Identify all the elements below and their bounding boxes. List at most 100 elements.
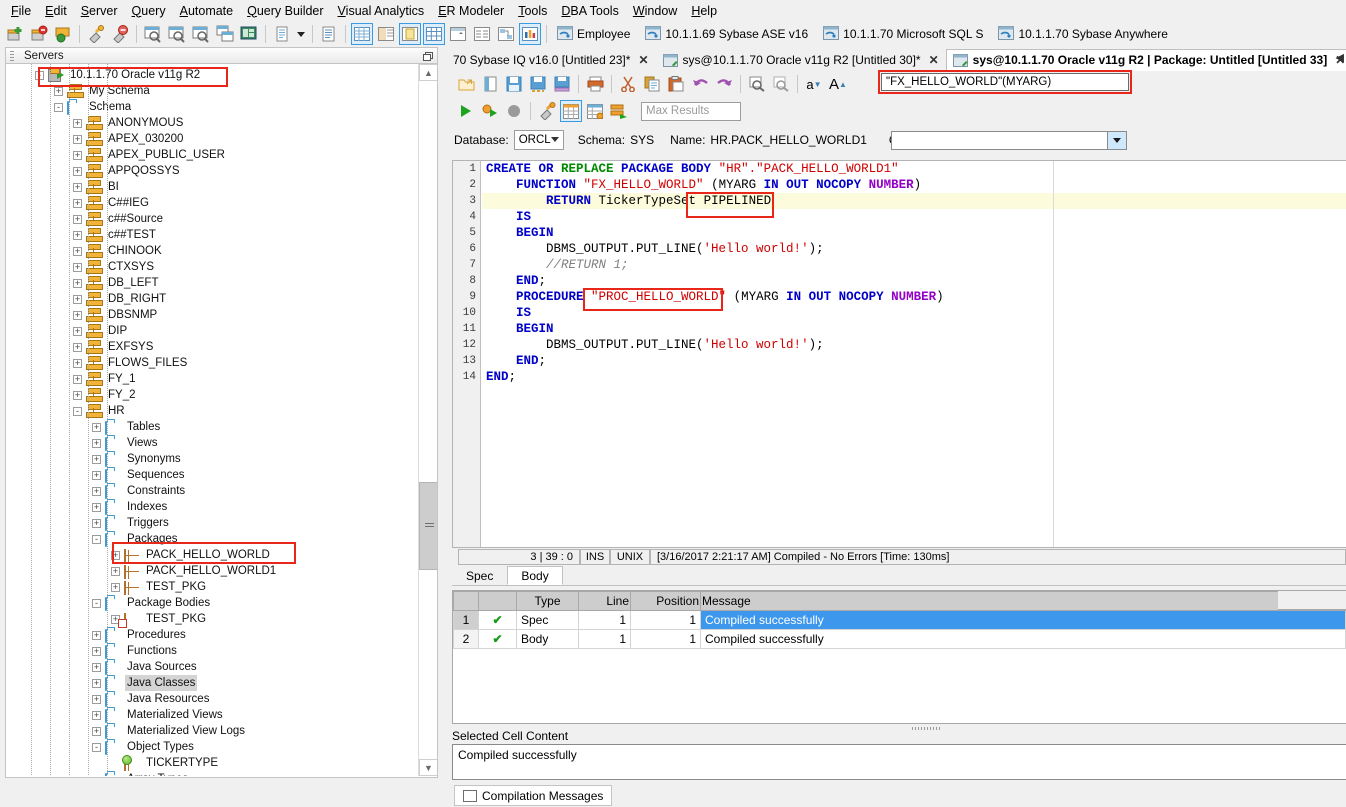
reconnect-icon[interactable] xyxy=(536,100,558,122)
menu-item-query[interactable]: Query xyxy=(125,2,173,20)
menu-item-automate[interactable]: Automate xyxy=(173,2,241,20)
tab-scroll-left-icon[interactable]: ◀ xyxy=(1336,51,1344,64)
find-column-icon[interactable] xyxy=(190,23,212,45)
menu-item-visual-analytics[interactable]: Visual Analytics xyxy=(331,2,432,20)
results-grid-view-icon[interactable] xyxy=(351,23,373,45)
compare-objects-icon[interactable] xyxy=(214,23,236,45)
cell-position[interactable]: 1 xyxy=(630,629,701,649)
expand-toggle-icon[interactable]: + xyxy=(73,326,82,336)
collapse-toggle-icon[interactable]: - xyxy=(92,598,101,608)
editor-tab[interactable]: sys@10.1.1.70 Oracle v11g R2 [Untitled 3… xyxy=(656,49,946,71)
disconnect-icon[interactable] xyxy=(28,23,50,45)
server-tree[interactable]: -10.1.1.70 Oracle v11g R2 + My Schema - Sche… xyxy=(6,64,418,776)
tree-item[interactable]: + DB_LEFT xyxy=(6,275,418,291)
cell-type[interactable]: Body xyxy=(516,629,579,649)
selected-cell-content-value[interactable]: Compiled successfully xyxy=(452,744,1346,780)
new-connection-icon[interactable] xyxy=(4,23,26,45)
expand-toggle-icon[interactable]: + xyxy=(73,374,82,384)
panel-grip-icon[interactable] xyxy=(10,51,14,62)
tree-item[interactable]: + C##IEG xyxy=(6,195,418,211)
tree-item[interactable]: -10.1.1.70 Oracle v11g R2 xyxy=(6,67,418,83)
code-line[interactable]: PROCEDURE "PROC_HELLO_WORLD" (MYARG IN O… xyxy=(482,289,1346,305)
tree-item[interactable]: + DB_RIGHT xyxy=(6,291,418,307)
tree-item[interactable]: + TEST_PKG xyxy=(6,611,418,627)
tree-vertical-scrollbar[interactable]: ▲ ▼ xyxy=(418,64,437,776)
scroll-thumb[interactable] xyxy=(419,482,437,570)
tree-item[interactable]: + Sequences xyxy=(6,467,418,483)
tree-item[interactable]: + Synonyms xyxy=(6,451,418,467)
cell-line[interactable]: 1 xyxy=(578,629,631,649)
grid-plus-icon[interactable] xyxy=(584,100,606,122)
tab-compilation-messages[interactable]: Compilation Messages xyxy=(454,785,613,806)
status-check-icon[interactable]: ✔ xyxy=(478,610,517,630)
expand-toggle-icon[interactable]: + xyxy=(92,678,101,688)
tree-item[interactable]: + Views xyxy=(6,435,418,451)
cut-icon[interactable] xyxy=(617,73,639,95)
collapse-toggle-icon[interactable]: - xyxy=(54,102,63,112)
decrease-font-icon[interactable]: a ▼ xyxy=(803,73,825,95)
tree-item[interactable]: - Packages xyxy=(6,531,418,547)
code-line[interactable]: CREATE OR REPLACE PACKAGE BODY "HR"."PAC… xyxy=(482,161,1346,177)
menu-item-tools[interactable]: Tools xyxy=(511,2,554,20)
find-object-icon[interactable] xyxy=(142,23,164,45)
tree-item[interactable]: - HR xyxy=(6,403,418,419)
expand-toggle-icon[interactable]: + xyxy=(73,358,82,368)
code-line[interactable]: BEGIN xyxy=(482,225,1346,241)
tree-item[interactable]: + c##TEST xyxy=(6,227,418,243)
menu-item-query-builder[interactable]: Query Builder xyxy=(240,2,330,20)
code-line[interactable]: //RETURN 1; xyxy=(482,257,1346,273)
disconnect-plug-icon[interactable] xyxy=(109,23,131,45)
code-line[interactable]: FUNCTION "FX_HELLO_WORLD" (MYARG IN OUT … xyxy=(482,177,1346,193)
undo-icon[interactable] xyxy=(689,73,711,95)
goto-dropdown-button[interactable] xyxy=(1107,132,1126,149)
code-line[interactable]: IS xyxy=(482,305,1346,321)
expand-toggle-icon[interactable]: + xyxy=(73,230,82,240)
expand-toggle-icon[interactable]: + xyxy=(73,294,82,304)
tree-item[interactable]: + Indexes xyxy=(6,499,418,515)
expand-toggle-icon[interactable]: + xyxy=(111,550,120,560)
tree-item[interactable]: TICKERTYPE xyxy=(6,755,418,771)
cell-position[interactable]: 1 xyxy=(630,610,701,630)
code-line[interactable]: BEGIN xyxy=(482,321,1346,337)
column-header[interactable]: Position xyxy=(630,591,701,611)
tree-item[interactable]: + ANONYMOUS xyxy=(6,115,418,131)
column-header[interactable]: Type xyxy=(516,591,579,611)
tree-item[interactable]: + BI xyxy=(6,179,418,195)
column-header[interactable]: Line xyxy=(578,591,631,611)
pivot-view-icon[interactable] xyxy=(447,23,469,45)
cell-message[interactable]: Compiled successfully xyxy=(700,629,1346,649)
tree-item[interactable]: + Constraints xyxy=(6,483,418,499)
tree-item[interactable]: + Tables xyxy=(6,419,418,435)
tree-item[interactable]: Array Types xyxy=(6,771,418,776)
goto-combobox[interactable] xyxy=(891,131,1127,150)
expand-toggle-icon[interactable]: + xyxy=(73,390,82,400)
find-table-icon[interactable] xyxy=(166,23,188,45)
stop-icon[interactable] xyxy=(503,100,525,122)
database-select[interactable]: ORCL xyxy=(513,130,564,150)
tree-item[interactable]: + CTXSYS xyxy=(6,259,418,275)
tab-spec[interactable]: Spec xyxy=(452,566,507,585)
code-editor[interactable]: 1 2 3 4 5 6 7 8 9 10 11 12 13 14 CREATE OR REPLACE PA… xyxy=(452,160,1346,548)
expand-toggle-icon[interactable]: + xyxy=(73,198,82,208)
expand-toggle-icon[interactable]: + xyxy=(73,278,82,288)
expand-toggle-icon[interactable]: + xyxy=(92,486,101,496)
tree-item[interactable]: - Schema xyxy=(6,99,418,115)
find-next-icon[interactable] xyxy=(770,73,792,95)
expand-toggle-icon[interactable]: + xyxy=(73,134,82,144)
tree-item[interactable]: + CHINOOK xyxy=(6,243,418,259)
tree-item[interactable]: - Object Types xyxy=(6,739,418,755)
tree-item[interactable]: + Procedures xyxy=(6,627,418,643)
menu-item-file[interactable]: File xyxy=(4,2,38,20)
new-document-dropdown-icon[interactable] xyxy=(295,23,307,45)
tree-item[interactable]: + c##Source xyxy=(6,211,418,227)
code-text-area[interactable]: CREATE OR REPLACE PACKAGE BODY "HR"."PAC… xyxy=(482,161,1346,547)
find-icon[interactable] xyxy=(746,73,768,95)
connect-plug-icon[interactable] xyxy=(85,23,107,45)
scroll-down-arrow[interactable]: ▼ xyxy=(419,759,437,776)
editor-tab[interactable]: 70 Sybase IQ v16.0 [Untitled 23]* ✕ xyxy=(446,49,656,71)
expand-toggle-icon[interactable]: + xyxy=(111,582,120,592)
tree-item[interactable]: + Java Sources xyxy=(6,659,418,675)
execute-batch-icon[interactable] xyxy=(608,100,630,122)
expand-toggle-icon[interactable]: + xyxy=(111,566,120,576)
split-view-icon[interactable] xyxy=(375,23,397,45)
